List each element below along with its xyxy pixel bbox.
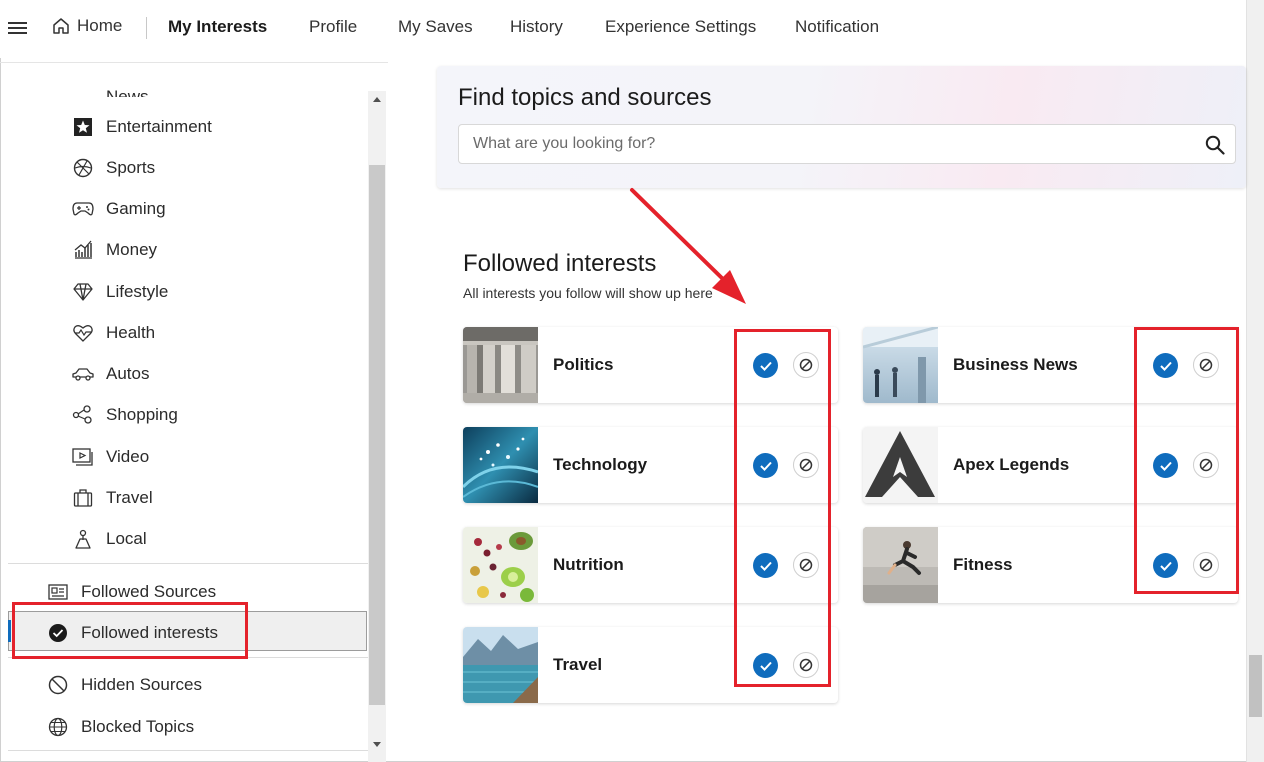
- suitcase-icon: [72, 487, 94, 509]
- sidebar-item-label: Video: [106, 447, 150, 466]
- window-scrollbar-thumb[interactable]: [1249, 655, 1262, 717]
- nav-my-saves[interactable]: My Saves: [398, 17, 473, 37]
- sidebar-item-label: Gaming: [106, 199, 166, 218]
- car-icon: [72, 363, 94, 385]
- technology-thumbnail: [463, 427, 538, 503]
- scroll-down-arrow-icon[interactable]: [373, 742, 381, 747]
- chart-icon: [72, 239, 94, 261]
- heart-icon: [72, 322, 94, 344]
- nav-experience-settings[interactable]: Experience Settings: [605, 17, 756, 37]
- sidebar-divider: [8, 563, 368, 564]
- nav-separator: [146, 17, 147, 39]
- apex-legends-thumbnail: [863, 427, 938, 503]
- gamepad-icon: [72, 198, 94, 220]
- business-news-thumbnail: [863, 327, 938, 403]
- sidebar-item-autos[interactable]: Autos: [72, 363, 149, 385]
- sidebar-divider: [8, 750, 368, 751]
- sidebar-item-lifestyle[interactable]: Lifestyle: [72, 281, 168, 303]
- sidebar-item-label: Travel: [106, 488, 153, 507]
- sidebar-item-hidden-sources[interactable]: Hidden Sources: [47, 674, 202, 696]
- fitness-thumbnail: [863, 527, 938, 603]
- sidebar-item-followed-sources[interactable]: Followed Sources: [47, 581, 216, 603]
- window-scrollbar[interactable]: [1246, 0, 1264, 762]
- nav-home-label: Home: [77, 16, 123, 35]
- sidebar-item-label: Local: [106, 529, 147, 548]
- diamond-icon: [72, 281, 94, 303]
- sidebar-item-label: News: [106, 87, 149, 97]
- top-navigation: Home My Interests Profile My Saves Histo…: [0, 0, 1246, 58]
- nutrition-thumbnail: [463, 527, 538, 603]
- sidebar-item-label: Autos: [106, 364, 150, 383]
- sidebar-item-travel[interactable]: Travel: [72, 487, 153, 509]
- sidebar-item-label: Sports: [106, 158, 156, 177]
- annotation-arrow-icon: [630, 188, 746, 304]
- globe-icon: [47, 716, 69, 738]
- nav-my-interests[interactable]: My Interests: [168, 17, 267, 37]
- sidebar-item-label: Shopping: [106, 405, 178, 424]
- selected-item-indicator: [8, 620, 11, 642]
- sidebar-item-local[interactable]: Local: [72, 528, 147, 550]
- annotation-box-right-buttons: [1134, 327, 1239, 594]
- travel-thumbnail: [463, 627, 538, 703]
- sidebar-item-label: Lifestyle: [106, 282, 169, 301]
- sidebar-item-shopping[interactable]: Shopping: [72, 404, 178, 426]
- sidebar-item-label: Entertainment: [106, 117, 212, 136]
- nav-profile[interactable]: Profile: [309, 17, 357, 37]
- sidebar-scrollbar-thumb[interactable]: [369, 165, 385, 705]
- sidebar-item-blocked-topics[interactable]: Blocked Topics: [47, 716, 194, 738]
- shopping-icon: [72, 404, 94, 426]
- ball-icon: [72, 157, 94, 179]
- hamburger-menu-icon[interactable]: [8, 22, 27, 35]
- sidebar-item-gaming[interactable]: Gaming: [72, 198, 166, 220]
- sidebar-scrollbar[interactable]: [368, 91, 386, 762]
- home-icon: [53, 18, 69, 34]
- search-icon[interactable]: [1205, 135, 1225, 155]
- news-icon: [72, 77, 94, 97]
- sidebar-item-sports[interactable]: Sports: [72, 157, 155, 179]
- nav-home-link[interactable]: Home: [52, 16, 122, 36]
- search-box: [458, 124, 1236, 164]
- location-icon: [72, 528, 94, 550]
- find-topics-title: Find topics and sources: [458, 84, 712, 111]
- politics-thumbnail: [463, 327, 538, 403]
- nav-notification[interactable]: Notification: [795, 17, 879, 37]
- annotation-box-left-buttons: [734, 329, 831, 687]
- search-input[interactable]: [459, 125, 1179, 163]
- sidebar-item-label: Money: [106, 240, 158, 259]
- sidebar-item-label: Health: [106, 323, 156, 342]
- video-icon: [72, 446, 94, 468]
- sidebar-item-entertainment[interactable]: Entertainment: [72, 116, 212, 138]
- sidebar-item-video[interactable]: Video: [72, 446, 149, 468]
- hidden-icon: [47, 674, 69, 696]
- find-topics-panel: Find topics and sources: [437, 66, 1246, 188]
- sidebar-item-news[interactable]: News: [72, 77, 149, 97]
- star-icon: [72, 116, 94, 138]
- sidebar-item-money[interactable]: Money: [72, 239, 157, 261]
- nav-history[interactable]: History: [510, 17, 563, 37]
- scroll-up-arrow-icon[interactable]: [373, 97, 381, 102]
- sidebar-item-label: Hidden Sources: [81, 675, 202, 694]
- newspaper-icon: [47, 581, 69, 603]
- sidebar-item-health[interactable]: Health: [72, 322, 155, 344]
- annotation-box-followed-interests: [12, 602, 248, 659]
- sidebar-item-label: Followed Sources: [81, 582, 217, 601]
- sidebar-item-label: Blocked Topics: [81, 717, 195, 736]
